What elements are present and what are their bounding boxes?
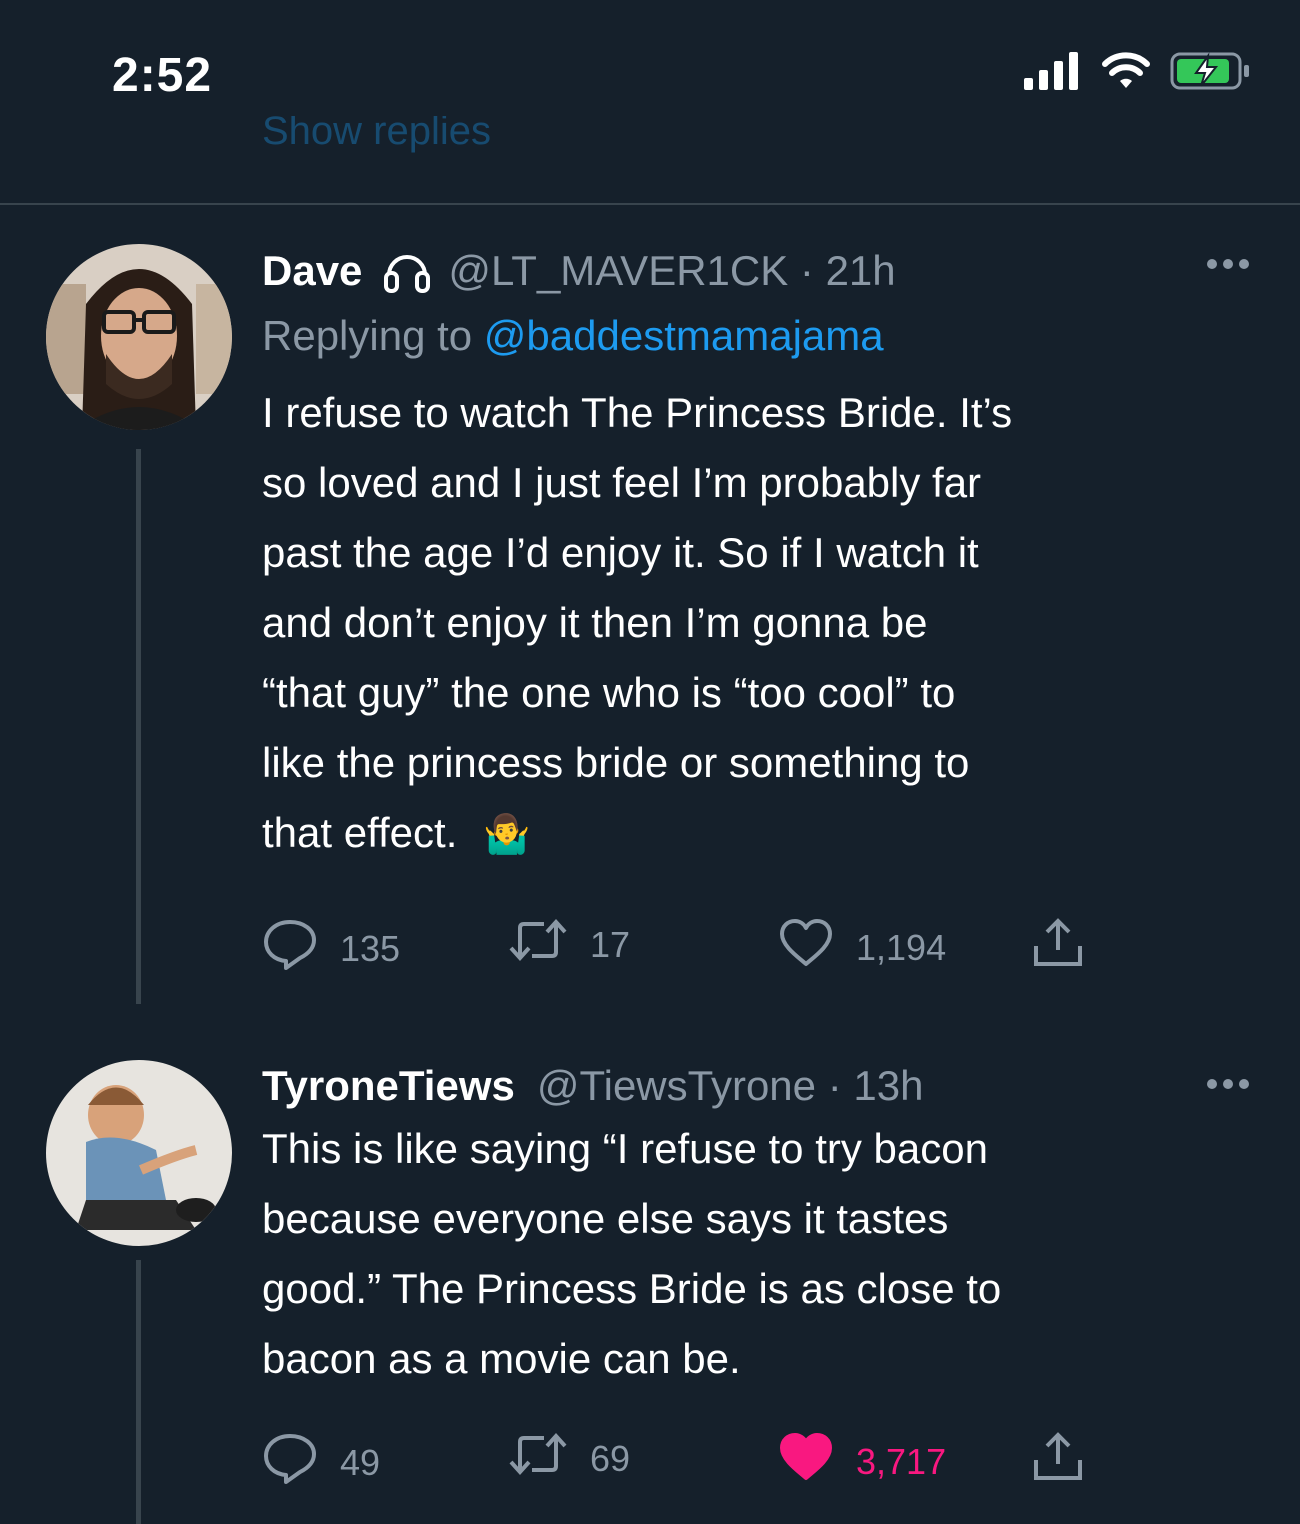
tweet-text-line-content: that effect. (262, 809, 458, 856)
tweet-text: This is like saying “I refuse to try bac… (262, 1114, 1252, 1394)
tweet-text-line: and don’t enjoy it then I’m gonna be (262, 599, 928, 646)
share-action[interactable] (1030, 918, 1086, 977)
reply-count: 49 (340, 1441, 381, 1483)
tweet-text-line: bacon as a movie can be. (262, 1335, 741, 1382)
heart-icon (778, 1432, 834, 1491)
like-count: 1,194 (856, 926, 947, 968)
retweet-count: 69 (590, 1437, 631, 1479)
reply-action[interactable]: 49 (262, 1432, 380, 1493)
tweet-text-line: because everyone else says it tastes (262, 1195, 949, 1242)
tweet-text-line: like the princess bride or something to (262, 739, 970, 786)
reply-count: 135 (340, 927, 401, 969)
tweet-text: I refuse to watch The Princess Bride. It… (262, 378, 1252, 869)
status-icons (1024, 52, 1252, 95)
tweet-actions: 49 69 3,717 (262, 1432, 1102, 1492)
signal-icon (1024, 52, 1082, 95)
tweet-text-line: past the age I’d enjoy it. So if I watch… (262, 529, 979, 576)
shrug-emoji: 🤷‍♂️ (483, 812, 531, 856)
share-icon (1030, 1432, 1086, 1491)
thread-line (136, 1260, 141, 1524)
tweet-text-line: good.” The Princess Bride is as close to (262, 1265, 1002, 1312)
retweet-icon (508, 1432, 568, 1485)
reply-icon (262, 1432, 318, 1493)
headphones-icon (380, 244, 434, 298)
replying-to: Replying to @baddestmamajama (262, 306, 1252, 366)
heart-icon (778, 918, 834, 977)
display-name[interactable]: Dave (262, 245, 362, 297)
tweet-header: TyroneTiews @TiewsTyrone · 13h (262, 1060, 1252, 1112)
tweet-text-line: so loved and I just feel I’m probably fa… (262, 459, 982, 506)
thread-line (136, 449, 141, 1004)
share-action[interactable] (1030, 1432, 1086, 1491)
like-action[interactable]: 3,717 (778, 1432, 946, 1491)
wifi-icon (1102, 52, 1150, 95)
avatar[interactable] (46, 244, 232, 430)
share-icon (1030, 918, 1086, 977)
tweet[interactable]: TyroneTiews @TiewsTyrone · 13h This is l… (0, 1060, 1300, 1524)
divider (0, 203, 1300, 205)
tweet-content: Dave @LT_MAVER1CK · 21h Replying to @bad… (262, 244, 1252, 869)
tweet-actions: 135 17 1,194 (262, 918, 1102, 978)
like-action[interactable]: 1,194 (778, 918, 946, 977)
tweet-text-line: “that guy” the one who is “too cool” to (262, 669, 956, 716)
handle-and-time[interactable]: @TiewsTyrone · 13h (537, 1060, 924, 1112)
tweet-text-line: I refuse to watch The Princess Bride. It… (262, 389, 1013, 436)
more-options-icon[interactable] (1204, 1074, 1252, 1099)
reply-action[interactable]: 135 (262, 918, 400, 979)
status-time: 2:52 (112, 49, 213, 102)
tweet-content: TyroneTiews @TiewsTyrone · 13h This is l… (262, 1060, 1252, 1394)
retweet-count: 17 (590, 923, 631, 965)
tweet[interactable]: Dave @LT_MAVER1CK · 21h Replying to @bad… (0, 244, 1300, 1044)
reply-mention[interactable]: @baddestmamajama (484, 312, 884, 359)
display-name[interactable]: TyroneTiews (262, 1060, 515, 1112)
reply-icon (262, 918, 318, 979)
retweet-action[interactable]: 69 (508, 1432, 630, 1485)
avatar[interactable] (46, 1060, 232, 1246)
battery-charging-icon (1170, 52, 1252, 95)
like-count: 3,717 (856, 1440, 947, 1482)
reply-prefix: Replying to (262, 312, 473, 359)
show-replies-link[interactable]: Show replies (262, 116, 491, 154)
tweet-text-line: that effect. 🤷‍♂️ (262, 798, 1252, 869)
tweet-header: Dave @LT_MAVER1CK · 21h (262, 244, 1252, 298)
retweet-icon (508, 918, 568, 971)
more-options-icon[interactable] (1204, 254, 1252, 279)
tweet-text-line: This is like saying “I refuse to try bac… (262, 1125, 988, 1172)
retweet-action[interactable]: 17 (508, 918, 630, 971)
status-bar: 2:52 (0, 0, 1300, 150)
handle-and-time[interactable]: @LT_MAVER1CK · 21h (448, 245, 895, 297)
